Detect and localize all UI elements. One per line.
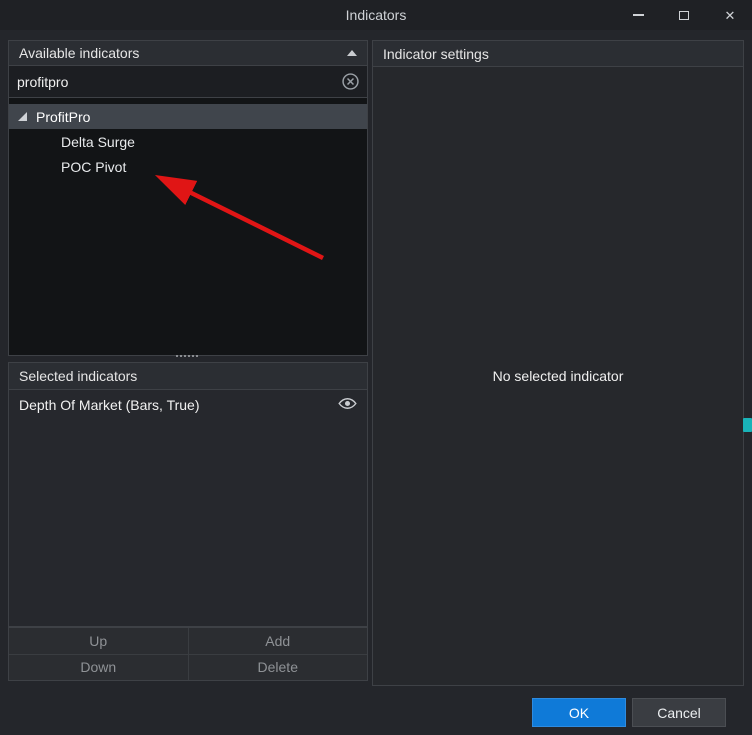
- add-button[interactable]: Add: [188, 628, 367, 654]
- clear-search-icon[interactable]: [341, 73, 359, 91]
- indicator-settings-panel: Indicator settings No selected indicator: [372, 40, 744, 686]
- indicator-settings-label: Indicator settings: [383, 45, 489, 62]
- right-edge-marker: [743, 418, 752, 432]
- available-indicators-header[interactable]: Available indicators: [8, 40, 368, 66]
- selected-indicators-header: Selected indicators: [8, 362, 368, 390]
- window-controls: ✕: [630, 0, 738, 30]
- eye-icon[interactable]: [338, 397, 357, 413]
- cancel-button[interactable]: Cancel: [632, 698, 726, 727]
- selected-indicator-label: Depth Of Market (Bars, True): [19, 396, 200, 413]
- empty-state-message: No selected indicator: [492, 368, 624, 384]
- tree-item-label: Delta Surge: [61, 133, 135, 150]
- close-icon[interactable]: ✕: [722, 7, 738, 23]
- collapse-chevron-icon[interactable]: [347, 50, 357, 56]
- search-input[interactable]: [17, 73, 341, 90]
- resize-grip[interactable]: [176, 355, 198, 359]
- down-button[interactable]: Down: [9, 654, 188, 680]
- up-button[interactable]: Up: [9, 628, 188, 654]
- delete-button[interactable]: Delete: [188, 654, 367, 680]
- window-title: Indicators: [345, 7, 407, 23]
- list-item[interactable]: Depth Of Market (Bars, True): [9, 390, 367, 419]
- available-indicators-tree: ProfitPro Delta Surge POC Pivot: [8, 98, 368, 356]
- indicator-settings-body: No selected indicator: [373, 67, 743, 685]
- maximize-icon[interactable]: [676, 7, 692, 23]
- indicator-search-bar: [8, 66, 368, 98]
- available-indicators-label: Available indicators: [19, 45, 140, 61]
- tree-group-label: ProfitPro: [36, 108, 91, 125]
- tree-item-poc-pivot[interactable]: POC Pivot: [9, 154, 367, 179]
- tree-item-delta-surge[interactable]: Delta Surge: [9, 129, 367, 154]
- tree-group-profitpro[interactable]: ProfitPro: [9, 104, 367, 129]
- titlebar: Indicators ✕: [0, 0, 752, 30]
- selected-indicators-label: Selected indicators: [19, 368, 138, 384]
- indicator-settings-header: Indicator settings: [373, 41, 743, 67]
- ok-button[interactable]: OK: [532, 698, 626, 727]
- minimize-icon[interactable]: [630, 7, 646, 23]
- list-action-buttons: Up Add Down Delete: [8, 627, 368, 681]
- tree-item-label: POC Pivot: [61, 158, 127, 175]
- expander-icon[interactable]: [18, 112, 27, 121]
- selected-indicators-list: Depth Of Market (Bars, True): [8, 390, 368, 627]
